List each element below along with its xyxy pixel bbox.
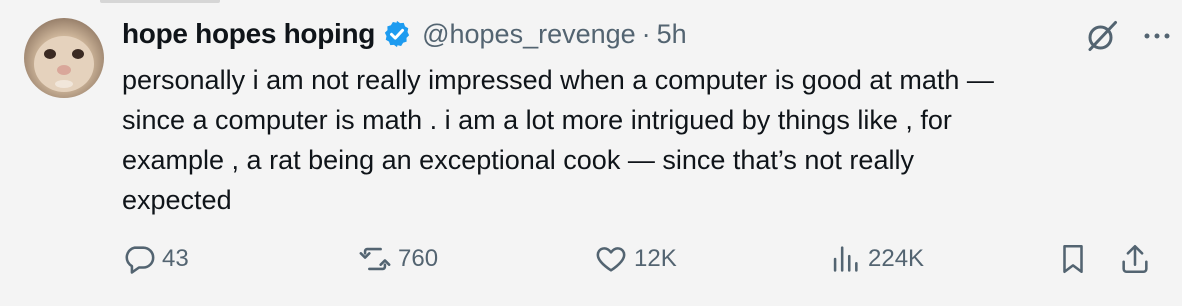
like-count: 12K: [634, 245, 677, 272]
more-icon[interactable]: [1142, 21, 1172, 56]
header-actions: [1084, 18, 1172, 59]
timestamp[interactable]: 5h: [657, 19, 687, 50]
tweet-text: personally i am not really impressed whe…: [122, 65, 994, 215]
handle[interactable]: @hopes_revenge: [422, 19, 636, 50]
avatar-hamster-image: [34, 36, 94, 92]
views-icon: [833, 246, 858, 272]
retweet-icon: [359, 247, 391, 271]
tweet-header: hope hopes hoping @hopes_revenge · 5h: [122, 14, 1170, 54]
share-icon: [1122, 244, 1148, 274]
views-count: 224K: [868, 245, 925, 272]
grok-icon[interactable]: [1084, 18, 1120, 59]
like-icon: [596, 247, 626, 272]
like-button[interactable]: 12K: [594, 242, 677, 276]
retweet-button[interactable]: 760: [358, 242, 438, 276]
share-button[interactable]: [1118, 242, 1152, 276]
reply-button[interactable]: 43: [122, 242, 189, 276]
previous-tweet-edge: [100, 0, 220, 3]
bookmark-icon: [1063, 244, 1083, 274]
views-button[interactable]: 224K: [828, 242, 924, 276]
tweet: hope hopes hoping @hopes_revenge · 5h pe…: [122, 14, 1170, 220]
separator-dot: ·: [641, 18, 651, 49]
reply-count: 43: [162, 245, 189, 272]
verified-badge-icon[interactable]: [382, 19, 412, 49]
display-name[interactable]: hope hopes hoping: [122, 18, 375, 50]
reply-icon: [125, 246, 155, 274]
bookmark-button[interactable]: [1056, 242, 1090, 276]
avatar[interactable]: [24, 18, 104, 98]
retweet-count: 760: [398, 245, 439, 272]
action-bar: 43 760 12K 224K: [122, 242, 1162, 286]
